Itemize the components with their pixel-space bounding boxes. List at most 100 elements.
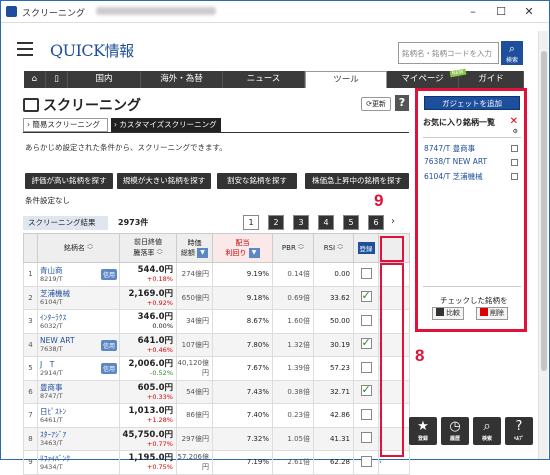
register-cell[interactable] <box>353 450 379 475</box>
register-checkbox[interactable] <box>360 455 372 467</box>
stock-name[interactable]: ｽﾀｰｱｼﾞｱ <box>38 430 119 439</box>
table-row[interactable]: 4 NEW ART 7638/T 信用 641.0円 +0.46% 107億円 7.80% 1.… <box>23 332 410 357</box>
nav-tab-domestic[interactable]: 国内 <box>68 71 141 88</box>
sort-caret-icon[interactable]: ︿ ﹀ <box>337 242 343 254</box>
page-1-button[interactable]: 1 <box>243 215 259 230</box>
nav-tab-news[interactable]: ニュース <box>223 71 305 88</box>
fav-checkbox[interactable] <box>511 173 518 180</box>
sort-caret-icon[interactable]: ︿ ﹀ <box>298 242 304 254</box>
register-checkbox[interactable] <box>360 314 372 326</box>
nav-book-icon[interactable]: ▯ <box>46 71 68 88</box>
sort-caret-icon[interactable]: ︿ ﹀ <box>87 242 93 254</box>
stock-name-cell[interactable]: 豊商事 8747/T <box>37 379 120 404</box>
register-checkbox[interactable] <box>360 361 372 373</box>
undervalued-button[interactable]: 割安な銘柄を探す <box>217 173 297 189</box>
register-checkbox[interactable] <box>360 408 372 420</box>
register-cell[interactable] <box>353 379 379 404</box>
stock-name-cell[interactable]: NEW ART 7638/T 信用 <box>37 332 120 357</box>
table-row[interactable]: 2 芝浦機械 6104/T 2,169.0円 +0.92% 650億円 9.18% 0.69倍… <box>23 285 410 310</box>
table-row[interactable]: 3 ｲﾝﾀｰﾗｸｽ 6032/T 346.0円 0.00% 34億円 8.67% 1.60倍 5… <box>23 309 410 334</box>
nav-tab-guide[interactable]: ガイド <box>459 71 524 88</box>
page-4-button[interactable]: 4 <box>318 215 334 230</box>
rising-stock-button[interactable]: 株価急上昇中の銘柄を探す <box>305 173 409 189</box>
table-row[interactable]: 9 ﾘﾌｧｲﾊﾞﾝｸ 9434/T 1,195.0円 +0.75% 57,206億円 7.1… <box>23 450 410 475</box>
table-row[interactable]: 1 青山商 8219/T 信用 544.0円 +0.18% 274億円 9.19% 0.14倍 0… <box>23 262 410 287</box>
delete-button[interactable]: 削除 <box>476 307 508 320</box>
nav-tab-tools[interactable]: ツール <box>305 71 387 88</box>
search-button[interactable]: ⌕ 検索 <box>501 41 523 65</box>
stock-name-cell[interactable]: 日ﾋﾟｽﾄﾝ 6461/T <box>37 403 120 428</box>
stock-name[interactable]: 豊商事 <box>38 383 119 392</box>
page-6-button[interactable]: 6 <box>368 215 384 230</box>
tab-custom-screening[interactable]: › カスタマイズスクリーニング <box>111 118 221 132</box>
nav-tab-overseas[interactable]: 海外・為替 <box>141 71 223 88</box>
stock-name-cell[interactable]: 青山商 8219/T 信用 <box>37 262 120 287</box>
scrollbar-thumb[interactable] <box>541 51 547 371</box>
register-cell[interactable] <box>353 426 379 451</box>
help-button[interactable]: ? <box>395 95 409 111</box>
fav-checkbox[interactable] <box>511 159 518 166</box>
close-favorites-icon[interactable]: ✕ <box>510 116 518 127</box>
header-register[interactable]: 登録 <box>353 233 379 263</box>
register-cell[interactable] <box>353 356 379 381</box>
help-tool-button[interactable]: ? ﾍﾙﾌﾟ <box>505 417 533 445</box>
register-cell[interactable] <box>353 285 379 310</box>
sort-desc-icon[interactable]: ▼ <box>197 248 209 258</box>
register-checkbox[interactable] <box>360 383 372 397</box>
table-row[interactable]: 7 日ﾋﾟｽﾄﾝ 6461/T 1,013.0円 +1.28% 86億円 7.40% 0.23… <box>23 403 410 428</box>
minimize-icon[interactable]: – <box>459 4 487 20</box>
fav-item[interactable]: 8747/T 豊商事 <box>424 143 475 154</box>
register-cell[interactable] <box>353 332 379 357</box>
history-tool-button[interactable]: ◷ 履歴 <box>441 417 469 445</box>
register-checkbox[interactable] <box>360 289 372 303</box>
register-cell[interactable] <box>353 403 379 428</box>
site-logo[interactable]: QUICK情報 <box>50 40 134 61</box>
nav-tab-mypage[interactable]: マイページ <box>387 71 459 88</box>
stock-name-cell[interactable]: ｲﾝﾀｰﾗｸｽ 6032/T <box>37 309 120 334</box>
page-3-button[interactable]: 3 <box>293 215 309 230</box>
header-name[interactable]: 銘柄名 ︿ ﹀ <box>37 233 120 263</box>
sort-caret-icon[interactable]: ︿ ﹀ <box>157 247 163 259</box>
add-gadget-button[interactable]: ガジェットを追加 <box>424 96 520 110</box>
stock-name[interactable]: ｲﾝﾀｰﾗｸｽ <box>38 313 119 322</box>
header-yield[interactable]: 配当 利回り ▼ <box>212 233 273 263</box>
page-5-button[interactable]: 5 <box>343 215 359 230</box>
register-checkbox[interactable] <box>360 267 372 279</box>
refresh-button[interactable]: ⟳更新 <box>361 97 391 111</box>
close-icon[interactable]: ✕ <box>515 4 543 20</box>
stock-name[interactable]: 芝浦機械 <box>38 289 119 298</box>
compare-button[interactable]: 比較 <box>432 307 464 320</box>
page-2-button[interactable]: 2 <box>268 215 284 230</box>
tab-simple-screening[interactable]: › 簡易スクリーニング <box>23 118 108 132</box>
stock-name-cell[interactable]: ﾘﾌｧｲﾊﾞﾝｸ 9434/T <box>37 450 120 475</box>
stock-name-cell[interactable]: ｽﾀｰｱｼﾞｱ 3463/T <box>37 426 120 451</box>
register-cell[interactable] <box>353 262 379 287</box>
stock-name-cell[interactable]: 芝浦機械 6104/T <box>37 285 120 310</box>
search-tool-button[interactable]: ⌕ 検索 <box>473 417 501 445</box>
large-cap-button[interactable]: 規模が大きい銘柄を探す <box>117 173 211 189</box>
settings-icon[interactable]: ⚙ <box>513 128 518 135</box>
stock-name[interactable]: ﾘﾌｧｲﾊﾞﾝｸ <box>38 454 119 463</box>
register-tool-button[interactable]: ★ 登録 <box>409 417 437 445</box>
search-input[interactable]: 銘柄名・銘柄コードを入力 <box>398 42 499 64</box>
stock-name-cell[interactable]: J T 2914/T 信用 <box>37 356 120 381</box>
high-rating-button[interactable]: 評価が高い銘柄を探す <box>25 173 113 189</box>
fav-item[interactable]: 6104/T 芝浦機械 <box>424 171 483 182</box>
sort-desc-icon[interactable]: ▼ <box>248 248 260 258</box>
register-cell[interactable] <box>353 309 379 334</box>
nav-home-icon[interactable]: ⌂ <box>24 71 46 88</box>
header-price[interactable]: 前日終値 騰落率 ︿ ﹀ <box>119 233 177 263</box>
header-mcap[interactable]: 時価 総額 ▼ <box>176 233 213 263</box>
fav-item[interactable]: 7638/T NEW ART <box>424 157 487 166</box>
table-row[interactable]: 6 豊商事 8747/T 605.0円 +0.33% 54億円 7.43% 0.38倍 32.7… <box>23 379 410 404</box>
fav-checkbox[interactable] <box>511 145 518 152</box>
register-checkbox[interactable] <box>360 336 372 350</box>
stock-name[interactable]: 日ﾋﾟｽﾄﾝ <box>38 407 119 416</box>
hamburger-menu-icon[interactable] <box>17 42 33 56</box>
maximize-icon[interactable]: ☐ <box>487 4 515 20</box>
table-row[interactable]: 5J T 2914/T 信用 2,006.0円 -0.52% 40,120億円 7.67% 1… <box>23 356 410 381</box>
next-page-icon[interactable]: › <box>391 216 395 227</box>
page-scrollbar[interactable] <box>538 31 548 459</box>
header-rsi[interactable]: RSI ︿ ﹀ <box>313 233 354 263</box>
register-checkbox[interactable] <box>360 432 372 444</box>
